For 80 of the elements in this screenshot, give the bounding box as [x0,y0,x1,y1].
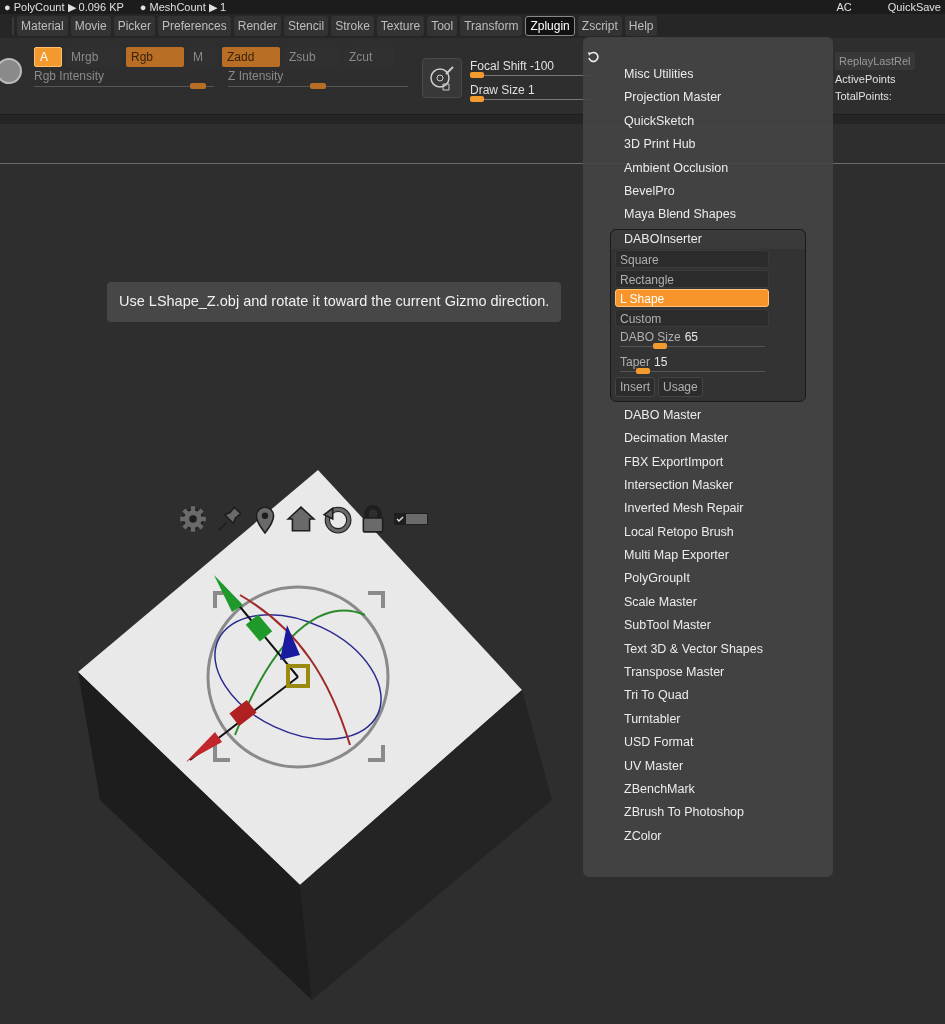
menu-item[interactable]: Projection Master [583,86,833,110]
menu-tab[interactable]: Render [233,16,282,36]
menu-item[interactable]: Transpose Master [583,661,833,685]
slider-thumb[interactable] [310,83,326,89]
option-button[interactable]: Square [615,250,769,269]
slider-value: 15 [654,354,668,369]
menu-item[interactable]: Intersection Masker [583,473,833,498]
menu-item[interactable]: QuickSketch [583,109,833,134]
menu-item[interactable]: BevelPro [583,179,833,204]
menu-item[interactable]: PolyGroupIt [583,567,833,591]
slider-label: Focal Shift -100 [470,58,556,74]
option-button[interactable]: Custom [615,308,769,327]
status-label[interactable]: AC [836,1,852,13]
slider-track[interactable] [34,86,214,92]
menu-tab[interactable]: Zplugin [525,16,575,36]
panel-button[interactable]: Usage [658,376,703,397]
menu-item[interactable]: 3D Print Hub [583,133,833,157]
menu-item[interactable]: Ambient Occlusion [583,156,833,180]
menu-item[interactable]: FBX ExportImport [583,450,833,474]
menu-item[interactable]: DABO Master [583,403,833,428]
points-readout: ActivePoints [835,72,896,87]
home-icon[interactable] [286,504,316,534]
brush-button[interactable] [422,58,462,98]
menu-tab[interactable]: Material [17,16,68,36]
status-readout: ● MeshCount ▶ 1 [139,1,226,13]
menu-item[interactable]: USD Format [583,731,833,755]
menu-item[interactable]: Text 3D & Vector Shapes [583,637,833,662]
menu-item[interactable]: Turntabler [583,707,833,732]
slider-thumb[interactable] [189,83,206,89]
slider-thumb[interactable] [470,96,484,102]
menu-tab[interactable]: Tool [427,16,458,36]
menu-item[interactable]: ZColor [583,824,833,849]
option-button[interactable]: Rectangle [615,269,769,288]
menu-tab[interactable]: Stencil [284,16,329,36]
slider-label: Taper [620,354,651,369]
menu-item[interactable]: ZBrush To Photoshop [583,801,833,825]
menu-item[interactable]: Tri To Quad [583,684,833,708]
menu-item[interactable]: Multi Map Exporter [583,544,833,568]
toggle-button[interactable]: Rgb [126,47,184,67]
reset-icon[interactable] [322,504,352,534]
checkbox-toggle-icon[interactable] [394,513,428,525]
slider-label: Z Intensity [228,68,285,84]
menu-item[interactable]: Maya Blend Shapes [583,203,833,227]
tooltip: Use LShape_Z.obj and rotate it toward the current Gizmo direction. [107,282,562,322]
menu-item[interactable]: Inverted Mesh Repair [583,497,833,521]
panel-title[interactable]: DABOInserter [611,229,805,249]
menu-item[interactable]: Decimation Master [583,427,833,451]
slider-thumb[interactable] [635,367,650,374]
menu-item[interactable]: Scale Master [583,590,833,615]
slider-track[interactable] [228,86,408,92]
menu-item[interactable]: UV Master [583,754,833,778]
menu-tab[interactable]: Stroke [331,16,374,36]
points-readout: TotalPoints: [835,89,892,104]
replay-button[interactable]: ReplayLastRel [835,52,915,70]
slider-label: Draw Size 1 [470,82,536,98]
toggle-button[interactable]: Zadd [222,47,280,67]
menu-tab[interactable]: Transform [460,16,523,36]
slider-label: DABO Size [620,329,681,344]
slider-value: 65 [684,329,699,344]
menu-tab[interactable]: Preferences [158,16,231,36]
refresh-icon[interactable] [587,51,599,63]
slider-label: Rgb Intensity [34,68,106,84]
slider-thumb[interactable] [652,342,667,349]
slider-track[interactable] [620,345,765,352]
menu-tab[interactable]: Movie [70,16,111,36]
status-readout: ● PolyCount ▶ 0.096 KP [4,1,124,13]
slider-thumb[interactable] [470,72,484,78]
menu-tab[interactable]: Zscript [577,16,622,36]
menu-tab[interactable]: Help [624,16,658,36]
menu-item[interactable]: Misc Utilities [583,63,833,87]
panel-button[interactable]: Insert [615,376,655,397]
brush-target-icon [428,64,456,92]
menu-item[interactable]: ZBenchMark [583,778,833,802]
menu-item[interactable]: Local Retopo Brush [583,520,833,545]
menu-tab[interactable]: Texture [376,16,425,36]
menu-tab[interactable]: Picker [113,16,156,36]
menu-item[interactable]: SubTool Master [583,614,833,638]
status-label[interactable]: QuickSave [887,1,941,13]
slider-track[interactable] [620,370,765,377]
gear-icon[interactable] [178,504,208,534]
